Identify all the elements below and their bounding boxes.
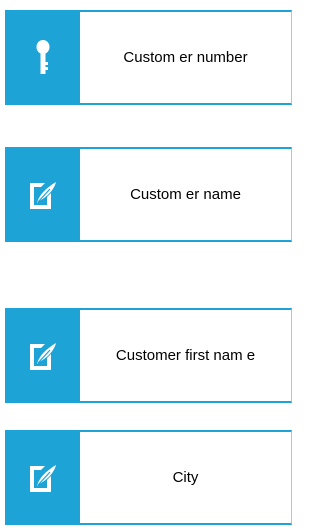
field-label: City [172, 469, 199, 486]
key-icon [36, 39, 49, 74]
edit-document-icon [29, 464, 56, 492]
field-customer-first-name: Customer first nam e [5, 308, 292, 403]
field-customer-number: Custom er number [5, 10, 292, 105]
field-icon-box [5, 432, 80, 523]
field-label: Custom er number [123, 49, 248, 66]
entity-fields-diagram: { "accent_color": "#1ea3d6", "fields": [… [0, 0, 292, 528]
edit-document-icon [29, 181, 56, 209]
edit-document-icon [29, 342, 56, 370]
field-label: Custom er name [130, 186, 241, 203]
field-label: Customer first nam e [115, 347, 256, 364]
field-customer-name: Custom er name [5, 147, 292, 242]
field-icon-box [5, 149, 80, 240]
field-icon-box [5, 310, 80, 401]
field-city: City [5, 430, 292, 525]
field-icon-box [5, 12, 80, 103]
